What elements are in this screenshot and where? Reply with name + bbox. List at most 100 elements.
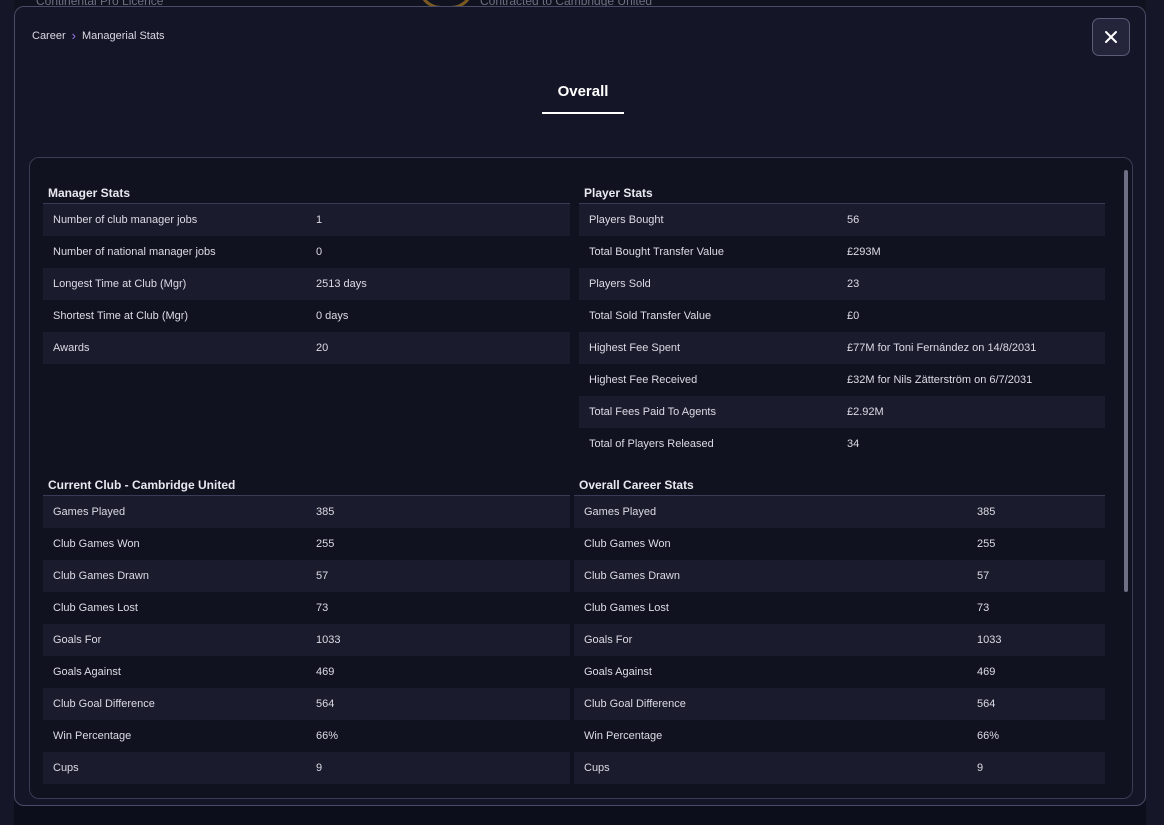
scrollbar[interactable] — [1124, 170, 1128, 592]
stat-row: Cups 9 — [574, 752, 1105, 784]
stat-label: Goals Against — [53, 666, 121, 678]
stat-label: Total Sold Transfer Value — [589, 310, 712, 322]
stat-value: £2.92M — [847, 406, 884, 418]
stat-label: Goals For — [53, 634, 102, 646]
stat-value: 1033 — [316, 634, 341, 646]
stat-value: 2513 days — [316, 278, 367, 290]
stat-value: 564 — [977, 698, 996, 710]
stat-value: 1 — [316, 214, 323, 226]
stat-label: Total of Players Released — [589, 438, 714, 450]
stat-value: 57 — [977, 570, 990, 582]
stat-label: Games Played — [584, 506, 657, 518]
chevron-right-icon: › — [71, 28, 76, 43]
stat-value: 20 — [316, 342, 329, 354]
stat-value: 73 — [316, 602, 329, 614]
stat-row: Players Bought 56 — [579, 204, 1105, 236]
stat-label: Awards — [53, 342, 90, 354]
breadcrumb: Career › Managerial Stats — [32, 29, 165, 42]
stat-value: 385 — [316, 506, 335, 518]
stat-row: Cups 9 — [43, 752, 570, 784]
stat-label: Number of national manager jobs — [53, 246, 216, 258]
stat-value: 23 — [847, 278, 860, 290]
stat-row: Win Percentage 66% — [574, 720, 1105, 752]
stat-value: 0 — [316, 246, 323, 258]
stat-value: 57 — [316, 570, 329, 582]
stat-value: 9 — [316, 762, 323, 774]
close-icon — [1105, 31, 1117, 43]
stat-row: Awards 20 — [43, 332, 570, 364]
section-title: Current Club - Cambridge United — [43, 478, 570, 496]
stat-row: Players Sold 23 — [579, 268, 1105, 300]
stat-value: £32M for Nils Zätterström on 6/7/2031 — [847, 374, 1033, 386]
stat-label: Highest Fee Received — [589, 374, 698, 386]
manager-stats-section: Manager Stats Number of club manager job… — [43, 186, 570, 364]
stat-row: Club Games Lost 73 — [574, 592, 1105, 624]
stat-value: 66% — [977, 730, 1000, 742]
stat-row: Highest Fee Received £32M for Nils Zätter… — [579, 364, 1105, 396]
stat-label: Shortest Time at Club (Mgr) — [53, 310, 189, 322]
stat-label: Club Games Drawn — [584, 570, 680, 582]
stat-label: Players Bought — [589, 214, 664, 226]
stat-row: Goals Against 469 — [574, 656, 1105, 688]
stat-value: 9 — [977, 762, 984, 774]
stat-row: Club Games Lost 73 — [43, 592, 570, 624]
stat-value: 255 — [977, 538, 996, 550]
stat-label: Number of club manager jobs — [53, 214, 198, 226]
stat-value: 66% — [316, 730, 339, 742]
stat-value: 385 — [977, 506, 996, 518]
stat-label: Longest Time at Club (Mgr) — [53, 278, 187, 290]
stat-row: Win Percentage 66% — [43, 720, 570, 752]
stat-label: Players Sold — [589, 278, 651, 290]
stat-row: Club Games Won 255 — [574, 528, 1105, 560]
stat-label: Total Fees Paid To Agents — [589, 406, 716, 418]
section-title: Manager Stats — [43, 186, 570, 204]
stat-row: Highest Fee Spent £77M for Toni Fernández… — [579, 332, 1105, 364]
stat-label: Highest Fee Spent — [589, 342, 681, 354]
stat-value: 73 — [977, 602, 990, 614]
stat-row: Games Played 385 — [574, 496, 1105, 528]
stat-row: Shortest Time at Club (Mgr) 0 days — [43, 300, 570, 332]
stat-row: Longest Time at Club (Mgr) 2513 days — [43, 268, 570, 300]
stat-row: Club Games Won 255 — [43, 528, 570, 560]
stat-row: Goals For 1033 — [574, 624, 1105, 656]
tab-overall[interactable]: Overall — [542, 83, 624, 114]
stat-row: Number of club manager jobs 1 — [43, 204, 570, 236]
stat-label: Club Games Drawn — [53, 570, 149, 582]
stat-label: Club Goal Difference — [53, 698, 155, 710]
stat-row: Games Played 385 — [43, 496, 570, 528]
stat-value: 34 — [847, 438, 860, 450]
stat-row: Total Sold Transfer Value £0 — [579, 300, 1105, 332]
stat-label: Cups — [584, 762, 610, 774]
stat-label: Club Games Won — [584, 538, 671, 550]
stat-value: 255 — [316, 538, 335, 550]
stat-value: 469 — [977, 666, 996, 678]
stat-value: 469 — [316, 666, 335, 678]
stat-row: Club Games Drawn 57 — [574, 560, 1105, 592]
close-button[interactable] — [1092, 18, 1130, 56]
stat-row: Total Bought Transfer Value £293M — [579, 236, 1105, 268]
background-left-edge — [0, 0, 14, 825]
stat-value: £0 — [847, 310, 860, 322]
stat-row: Club Goal Difference 564 — [43, 688, 570, 720]
stat-label: Total Bought Transfer Value — [589, 246, 724, 258]
player-stats-section: Player Stats Players Bought 56 Total Bough… — [579, 186, 1105, 460]
stat-label: Club Games Lost — [584, 602, 669, 614]
stat-value: 564 — [316, 698, 335, 710]
stat-label: Club Goal Difference — [584, 698, 686, 710]
stat-row: Number of national manager jobs 0 — [43, 236, 570, 268]
stat-label: Club Games Won — [53, 538, 140, 550]
career-stats-section: Overall Career Stats Games Played 385 Club… — [574, 478, 1105, 784]
stat-label: Goals Against — [584, 666, 652, 678]
stat-row: Goals Against 469 — [43, 656, 570, 688]
breadcrumb-career-link[interactable]: Career — [32, 30, 66, 42]
stat-label: Cups — [53, 762, 79, 774]
stats-panel: Manager Stats Number of club manager job… — [29, 157, 1133, 799]
breadcrumb-current: Managerial Stats — [81, 29, 165, 42]
background-right-edge — [1146, 0, 1164, 825]
stat-label: Goals For — [584, 634, 633, 646]
stat-value: £293M — [847, 246, 881, 258]
stat-row: Total Fees Paid To Agents £2.92M — [579, 396, 1105, 428]
current-club-section: Current Club - Cambridge United Games Pl… — [43, 478, 570, 784]
stat-row: Club Goal Difference 564 — [574, 688, 1105, 720]
section-title: Overall Career Stats — [574, 478, 1105, 496]
